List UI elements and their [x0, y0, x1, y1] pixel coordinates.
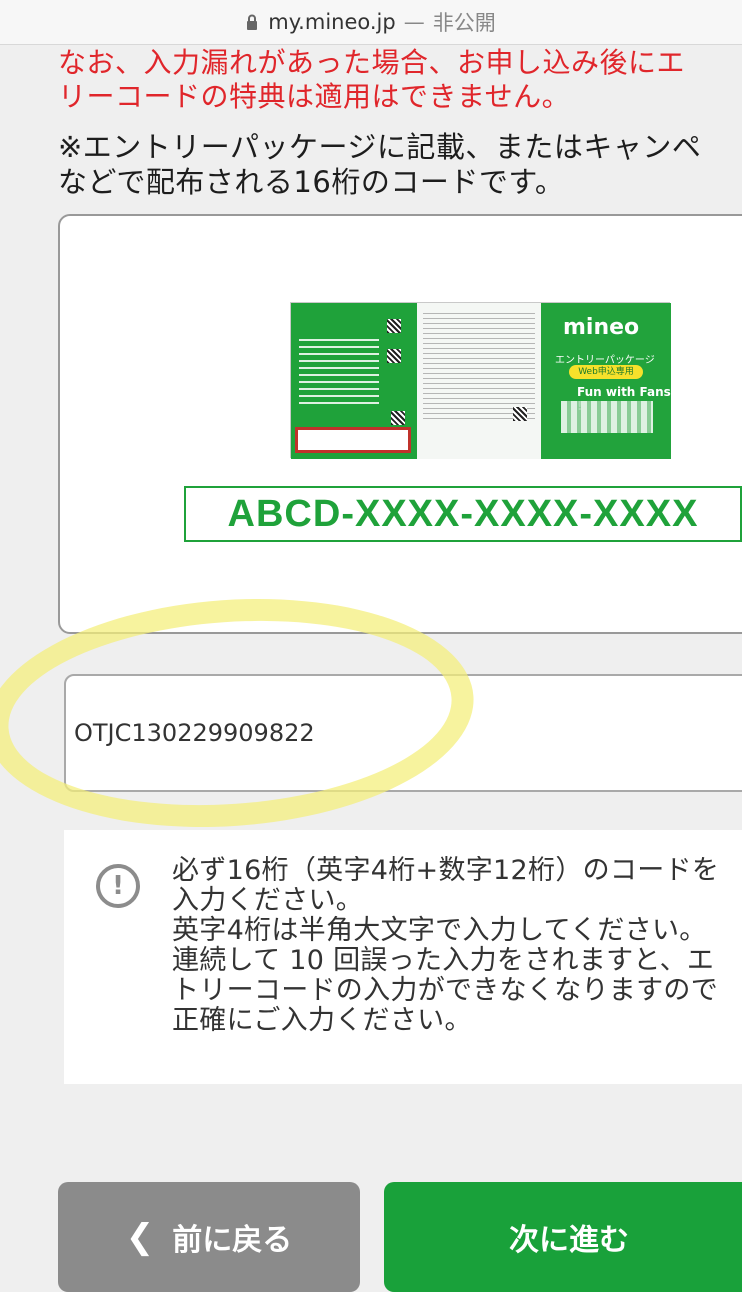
entry-code-info-box: ! 必ず16桁（英字4桁+数字12桁）のコードを 入力ください。 英字4桁は半角…: [64, 830, 742, 1084]
package-title: エントリーパッケージ: [555, 355, 655, 366]
warning-message: なお、入力漏れがあった場合、お申し込み後にエ リーコードの特典は適用はできません…: [58, 46, 742, 114]
web-only-badge: Web申込専用: [569, 365, 643, 379]
note-line: ※エントリーパッケージに記載、またはキャンペ: [58, 130, 702, 164]
entry-code-location-box: [295, 427, 411, 453]
qr-code-icon: [387, 319, 401, 333]
entry-package-image: mineo エントリーパッケージ Web申込専用 Fun with Fans !: [290, 302, 671, 459]
warning-line: なお、入力漏れがあった場合、お申し込み後にエ: [58, 46, 686, 79]
info-line: 連続して 10 回誤った入力をされますと、エ: [172, 945, 715, 976]
back-button[interactable]: ❮ 前に戻る: [58, 1182, 360, 1292]
chevron-left-icon: ❮: [125, 1217, 155, 1257]
entry-code-note: ※エントリーパッケージに記載、またはキャンペ などで配布される16桁のコードです…: [58, 130, 742, 200]
package-middle-panel: [417, 303, 541, 459]
info-line: 英字4桁は半角大文字で入力してください。: [172, 915, 707, 946]
code-format-example: ABCD-XXXX-XXXX-XXXX: [184, 486, 742, 542]
qr-code-icon: [387, 349, 401, 363]
mineo-logo: mineo: [563, 315, 640, 340]
qr-code-icon: [391, 411, 405, 425]
info-line: トリーコードの入力ができなくなりますので: [172, 975, 718, 1006]
qr-code-icon: [513, 407, 527, 421]
browser-url-bar[interactable]: my.mineo.jp — 非公開: [0, 0, 742, 45]
note-line: などで配布される16桁のコードです。: [58, 165, 565, 199]
url-domain: my.mineo.jp: [268, 10, 396, 34]
package-cover-panel: mineo エントリーパッケージ Web申込専用 Fun with Fans !: [541, 303, 671, 459]
url-separator: —: [403, 10, 425, 34]
next-button-label: 次に進む: [509, 1223, 629, 1258]
info-line: 正確にご入力ください。: [172, 1005, 472, 1036]
info-line: 入力ください。: [172, 885, 364, 916]
package-left-panel: [291, 303, 417, 459]
next-button[interactable]: 次に進む: [384, 1182, 742, 1292]
info-text: 必ず16桁（英字4桁+数字12桁）のコードを 入力ください。 英字4桁は半角大文…: [172, 856, 742, 1036]
back-button-label: 前に戻る: [172, 1223, 293, 1258]
entry-package-card: mineo エントリーパッケージ Web申込専用 Fun with Fans !…: [58, 214, 742, 634]
entry-code-input[interactable]: [64, 674, 742, 792]
lock-icon: [247, 14, 258, 30]
exclamation-circle-icon: !: [96, 864, 140, 908]
info-line: 必ず16桁（英字4桁+数字12桁）のコードを: [172, 856, 720, 886]
mascot-illustration: [561, 401, 653, 433]
url-visibility: 非公開: [432, 11, 496, 35]
warning-line: リーコードの特典は適用はできません。: [58, 80, 571, 113]
